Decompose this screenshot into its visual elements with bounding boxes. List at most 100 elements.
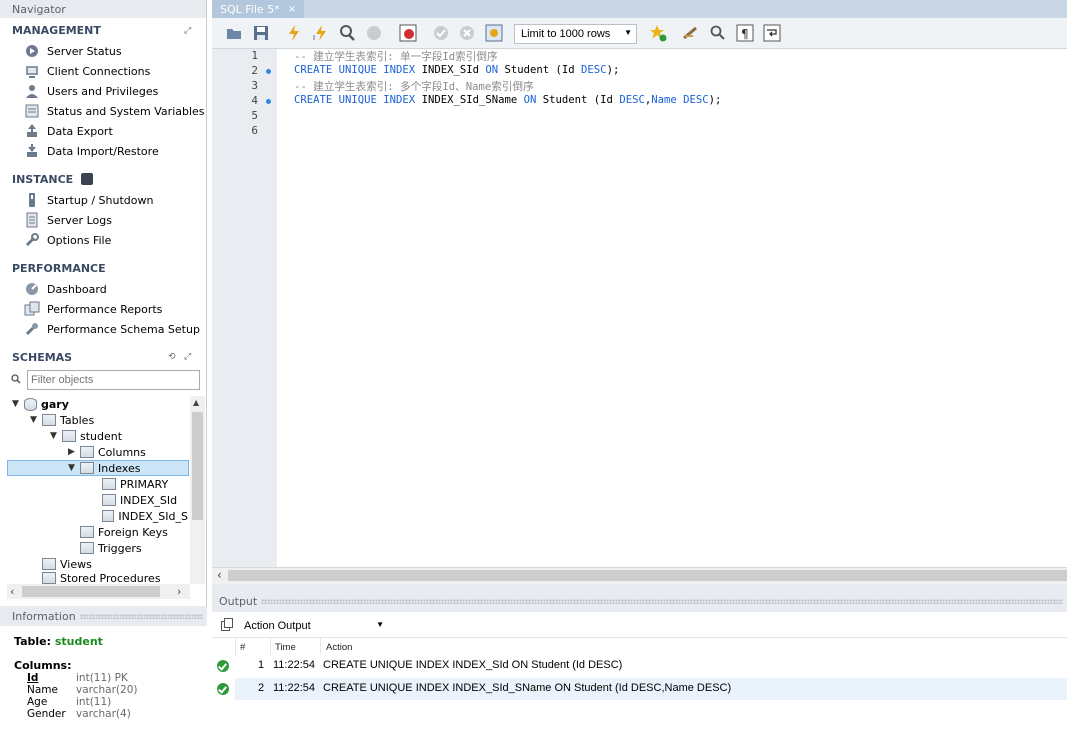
output-row[interactable]: 1 11:22:54 CREATE UNIQUE INDEX INDEX_SId… <box>212 655 1067 677</box>
code-line: -- 建立学生表索引: 单一字段Id索引倒序 <box>294 49 498 64</box>
tree-label: Triggers <box>98 541 142 555</box>
nav-label: Performance Schema Setup <box>47 322 200 336</box>
autocommit-icon[interactable] <box>485 24 503 42</box>
collapse-triangle-icon[interactable]: ▼ <box>68 463 80 473</box>
nav-status-variables[interactable]: Status and System Variables <box>24 102 205 120</box>
nav-data-import[interactable]: Data Import/Restore <box>24 142 159 160</box>
copy-icon[interactable] <box>221 618 234 634</box>
tree-columns[interactable]: ▶ Columns <box>68 444 146 460</box>
tree-indexes[interactable]: ▼ Indexes <box>68 460 140 476</box>
tree-index-item[interactable]: INDEX_SId_S <box>102 508 188 524</box>
limit-rows-value: Limit to 1000 rows <box>521 28 611 40</box>
collapse-triangle-icon[interactable]: ▼ <box>12 399 24 409</box>
tree-views[interactable]: Views <box>42 556 92 572</box>
tree-foreign-keys[interactable]: Foreign Keys <box>80 524 168 540</box>
column-divider <box>270 638 271 655</box>
collapse-triangle-icon[interactable]: ▼ <box>30 415 42 425</box>
scroll-left-icon[interactable]: ‹ <box>217 568 222 582</box>
sql-editor[interactable]: 123456 -- 建立学生表索引: 单一字段Id索引倒序 CREATE UNIQ… <box>212 49 1067 567</box>
sql-text: ); <box>708 94 722 106</box>
nav-options-file[interactable]: Options File <box>24 231 111 249</box>
explain-icon[interactable] <box>338 24 356 42</box>
tab-sql-file[interactable]: SQL File 5* × <box>212 0 305 18</box>
row-num: 2 <box>258 682 265 694</box>
wrap-icon[interactable] <box>763 24 781 42</box>
information-title: Information <box>12 609 76 623</box>
tree-table-student[interactable]: ▼ student <box>50 428 122 444</box>
filter-objects-input[interactable] <box>27 370 200 390</box>
scroll-up-icon[interactable]: ▲ <box>193 398 199 407</box>
nav-dashboard[interactable]: Dashboard <box>24 280 107 298</box>
tree-label: PRIMARY <box>120 477 169 491</box>
nav-startup-shutdown[interactable]: Startup / Shutdown <box>24 191 153 209</box>
rollback-icon[interactable] <box>458 24 476 42</box>
tree-index-item[interactable]: PRIMARY <box>102 476 168 492</box>
tab-close-icon[interactable]: × <box>288 4 296 15</box>
navigator-title: Navigator <box>12 2 66 16</box>
expand-icon[interactable]: ⤢ <box>184 26 191 36</box>
add-snippet-icon[interactable] <box>649 24 667 42</box>
startup-icon <box>24 192 40 208</box>
output-mode-select[interactable]: Action Output ▼ <box>240 616 388 635</box>
row-action: CREATE UNIQUE INDEX INDEX_SId_SName ON S… <box>323 682 732 694</box>
execute-icon[interactable] <box>285 24 303 42</box>
refresh-icon[interactable]: ⟲ <box>168 352 176 362</box>
tree-tables[interactable]: ▼ Tables <box>30 412 94 428</box>
tree-label: Tables <box>60 413 95 427</box>
commit-icon[interactable] <box>432 24 450 42</box>
editor-hscroll-thumb[interactable] <box>228 570 1067 581</box>
expand-triangle-icon[interactable]: ▶ <box>68 447 80 457</box>
sql-comment: -- 建立学生表索引: 单一字段Id索引倒序 <box>294 51 498 63</box>
nav-users-privileges[interactable]: Users and Privileges <box>24 82 158 100</box>
info-table-name: student <box>54 635 103 648</box>
tree-schema-gary[interactable]: ▼ gary <box>12 396 69 412</box>
sql-toolbar: I ¶ <box>212 18 1067 49</box>
output-row[interactable]: 2 11:22:54 CREATE UNIQUE INDEX INDEX_SId… <box>212 678 1067 700</box>
column-name: Gender <box>27 708 66 720</box>
tree-hscroll-thumb[interactable] <box>22 586 160 597</box>
scroll-right-icon[interactable]: › <box>177 585 181 598</box>
tree-scroll-thumb[interactable] <box>192 412 203 520</box>
tree-triggers[interactable]: Triggers <box>80 540 142 556</box>
limit-rows-select[interactable]: Limit to 1000 rows ▼ <box>514 24 637 44</box>
code-line: CREATE UNIQUE INDEX INDEX_SId ON Student… <box>294 64 619 76</box>
save-icon[interactable] <box>252 24 270 42</box>
nav-performance-schema[interactable]: Performance Schema Setup <box>24 320 200 338</box>
nav-label: Startup / Shutdown <box>47 193 154 207</box>
schemas-header: SCHEMAS <box>12 351 73 364</box>
toggle-error-icon[interactable] <box>399 24 417 42</box>
nav-server-logs[interactable]: Server Logs <box>24 211 112 229</box>
open-file-icon[interactable] <box>225 24 243 42</box>
users-icon <box>24 83 40 99</box>
nav-server-status[interactable]: Server Status <box>24 42 122 60</box>
performance-header: PERFORMANCE <box>12 262 106 275</box>
find-icon[interactable] <box>709 24 727 42</box>
index-icon <box>102 478 116 490</box>
stop-icon[interactable] <box>365 24 383 42</box>
sql-text: Student (Id <box>498 64 582 76</box>
nav-performance-reports[interactable]: Performance Reports <box>24 300 162 318</box>
svg-text:¶: ¶ <box>741 27 749 41</box>
collapse-triangle-icon[interactable]: ▼ <box>50 431 62 441</box>
management-header: MANAGEMENT <box>12 24 101 37</box>
database-icon <box>24 397 37 411</box>
nav-label: Options File <box>47 233 112 247</box>
invisible-chars-icon[interactable]: ¶ <box>736 24 754 42</box>
execute-current-icon[interactable]: I <box>312 24 330 42</box>
nav-data-export[interactable]: Data Export <box>24 122 113 140</box>
header-grip <box>79 613 203 619</box>
sql-text: INDEX_SId_SName <box>415 94 524 106</box>
index-icon <box>102 494 116 506</box>
server-status-icon <box>24 43 40 59</box>
tables-icon <box>42 414 56 426</box>
tree-index-item[interactable]: INDEX_SId <box>102 492 177 508</box>
scroll-left-icon[interactable]: ‹ <box>10 585 14 598</box>
views-icon <box>42 558 56 570</box>
nav-client-connections[interactable]: Client Connections <box>24 62 150 80</box>
data-export-icon <box>24 123 40 139</box>
sql-text: Student (Id <box>536 94 620 106</box>
expand-icon[interactable]: ⤢ <box>184 352 191 362</box>
triggers-icon <box>80 542 94 554</box>
tree-stored-procedures[interactable]: Stored Procedures <box>42 572 161 584</box>
beautify-icon[interactable] <box>682 24 700 42</box>
